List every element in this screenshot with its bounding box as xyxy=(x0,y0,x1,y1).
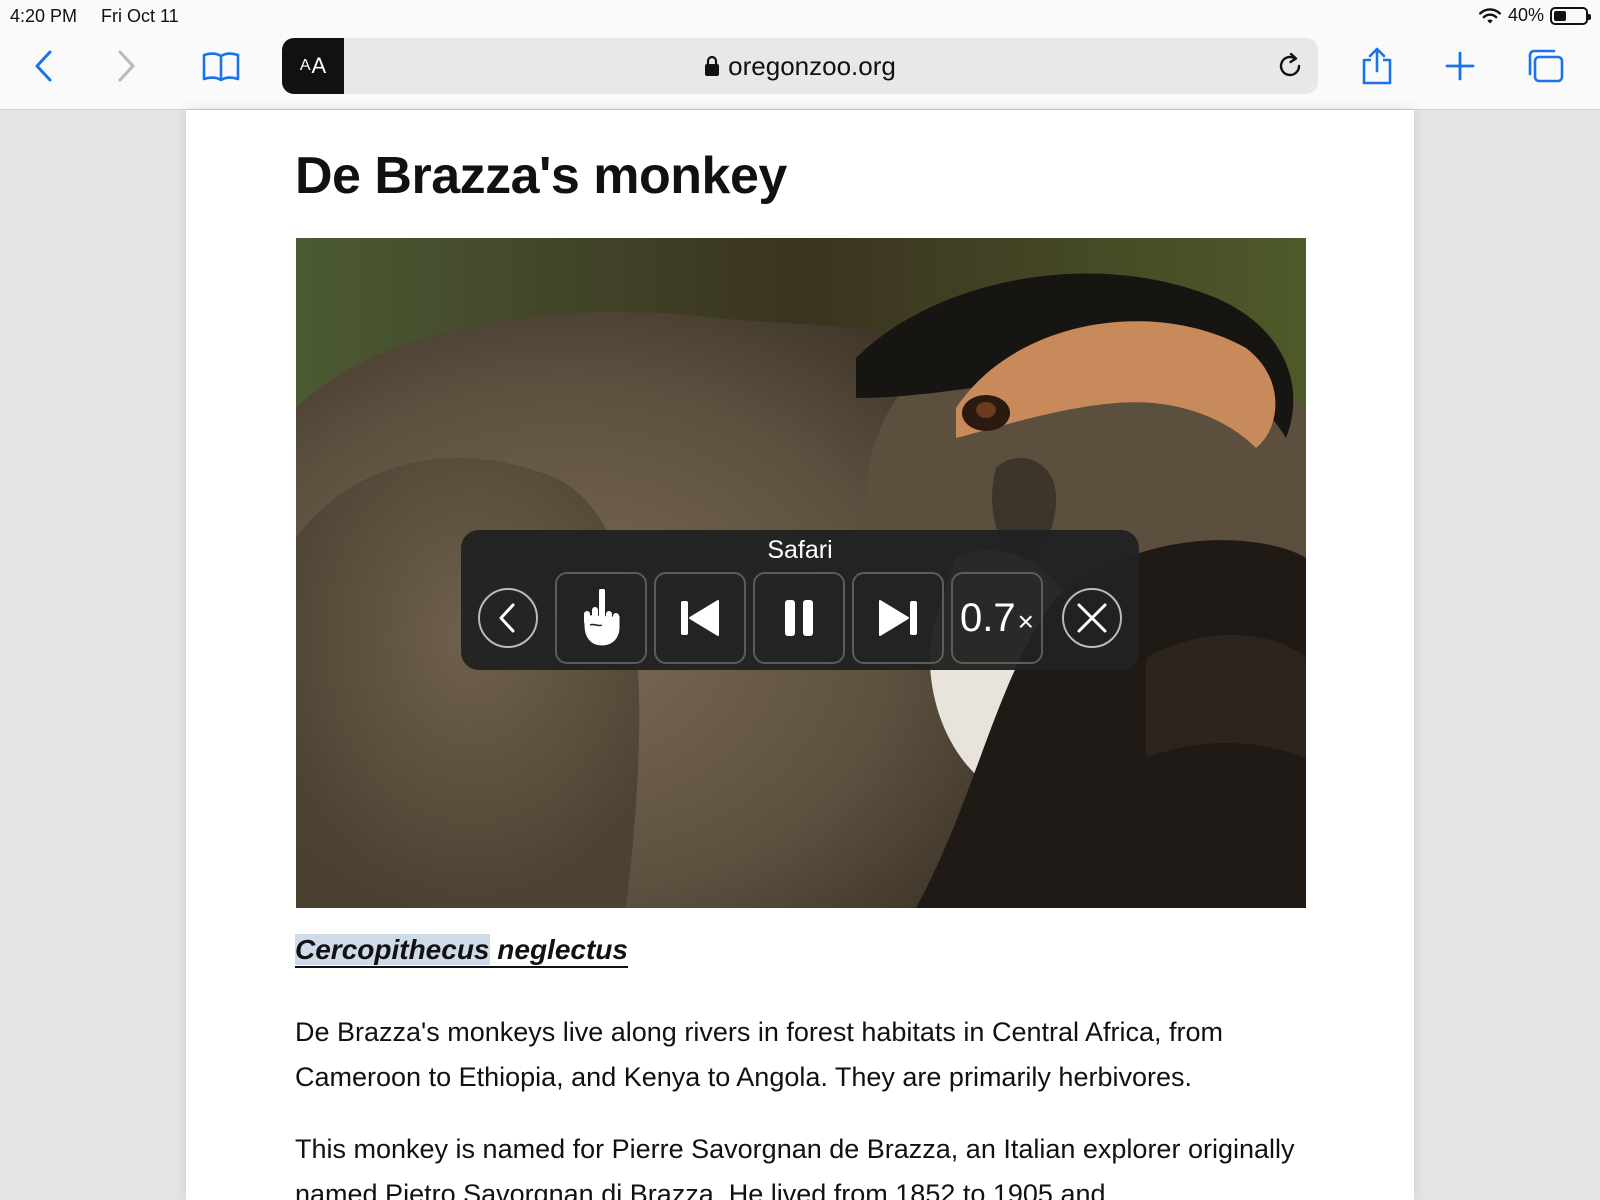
speech-controller: Safari 0.7 × xyxy=(461,530,1139,670)
status-right: 40% xyxy=(1478,5,1591,26)
share-button[interactable] xyxy=(1353,46,1401,86)
collapse-chevron-icon xyxy=(499,603,515,633)
plus-icon xyxy=(1445,51,1475,81)
battery-icon xyxy=(1550,6,1591,25)
skip-forward-button[interactable] xyxy=(852,572,944,664)
reload-icon[interactable] xyxy=(1274,50,1306,82)
bookmarks-book-icon xyxy=(202,52,240,82)
back-chevron-icon xyxy=(35,50,52,82)
skip-back-button[interactable] xyxy=(654,572,746,664)
collapse-button[interactable] xyxy=(478,588,538,648)
status-date: Fri Oct 11 xyxy=(101,6,179,26)
url-display: oregonzoo.org xyxy=(282,38,1318,94)
speed-suffix: × xyxy=(1017,605,1034,637)
browser-toolbar: AA oregonzoo.org xyxy=(0,32,1600,110)
url-text: oregonzoo.org xyxy=(728,50,896,81)
touch-mode-button[interactable] xyxy=(555,572,647,664)
pause-icon xyxy=(785,600,813,636)
status-bar: 4:20 PM Fri Oct 11 40% xyxy=(0,0,1600,32)
genus-highlight: Cercopithecus xyxy=(295,934,490,965)
touch-finger-icon xyxy=(584,589,620,646)
bookmarks-button[interactable] xyxy=(197,46,245,86)
forward-button[interactable] xyxy=(102,46,150,86)
close-speech-button[interactable] xyxy=(1062,588,1122,648)
close-x-icon xyxy=(1077,603,1107,633)
wifi-icon xyxy=(1478,7,1501,23)
species-name: neglectus xyxy=(497,934,628,965)
skip-forward-icon xyxy=(879,600,917,636)
page-title: De Brazza's monkey xyxy=(295,147,787,205)
status-time: 4:20 PM xyxy=(10,6,78,26)
paragraph-2: This monkey is named for Pierre Savorgna… xyxy=(295,1134,1295,1200)
tabs-button[interactable] xyxy=(1522,46,1570,86)
speed-value: 0.7 xyxy=(960,595,1016,640)
tabs-icon xyxy=(1528,49,1564,83)
pause-button[interactable] xyxy=(753,572,845,664)
lock-icon xyxy=(705,55,720,76)
forward-chevron-icon xyxy=(118,50,135,82)
skip-back-icon xyxy=(681,600,719,636)
paragraph-1: De Brazza's monkeys live along rivers in… xyxy=(295,1017,1224,1092)
address-bar[interactable]: AA oregonzoo.org xyxy=(282,38,1318,94)
battery-percent: 40% xyxy=(1507,5,1544,25)
scientific-name[interactable]: Cercopithecus neglectus xyxy=(295,934,628,968)
speech-app-label: Safari xyxy=(767,536,833,564)
new-tab-button[interactable] xyxy=(1436,46,1484,86)
back-button[interactable] xyxy=(20,46,68,86)
speed-button[interactable]: 0.7 × xyxy=(951,572,1043,664)
share-icon xyxy=(1362,47,1392,85)
